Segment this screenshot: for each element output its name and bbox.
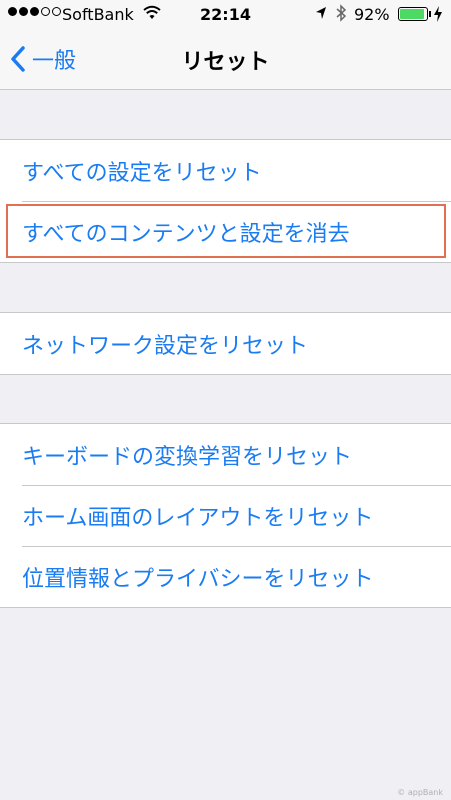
navigation-bar: SoftBank 22:14 92% 一般 リセット — [0, 0, 451, 90]
watermark: © appBank — [397, 788, 443, 797]
battery-icon — [398, 7, 431, 21]
status-bar: SoftBank 22:14 92% — [0, 0, 451, 30]
location-arrow-icon — [316, 7, 326, 19]
reset-network-settings-row[interactable]: ネットワーク設定をリセット — [0, 313, 451, 374]
reset-group-3: キーボードの変換学習をリセット ホーム画面のレイアウトをリセット 位置情報とプラ… — [0, 423, 451, 608]
reset-all-settings-row[interactable]: すべての設定をリセット — [0, 140, 451, 201]
bluetooth-icon — [336, 4, 347, 22]
reset-group-2: ネットワーク設定をリセット — [0, 312, 451, 375]
battery-level-fill — [400, 9, 424, 19]
page-title: リセット — [181, 50, 270, 75]
reset-location-privacy-row[interactable]: 位置情報とプライバシーをリセット — [0, 546, 451, 607]
battery-percentage: 92% — [354, 5, 390, 24]
reset-home-screen-layout-row[interactable]: ホーム画面のレイアウトをリセット — [0, 485, 451, 546]
erase-all-content-and-settings-row[interactable]: すべてのコンテンツと設定を消去 — [0, 201, 451, 262]
charging-bolt-icon — [434, 6, 442, 22]
reset-keyboard-dictionary-row[interactable]: キーボードの変換学習をリセット — [0, 424, 451, 485]
reset-group-1: すべての設定をリセット すべてのコンテンツと設定を消去 — [0, 139, 451, 263]
